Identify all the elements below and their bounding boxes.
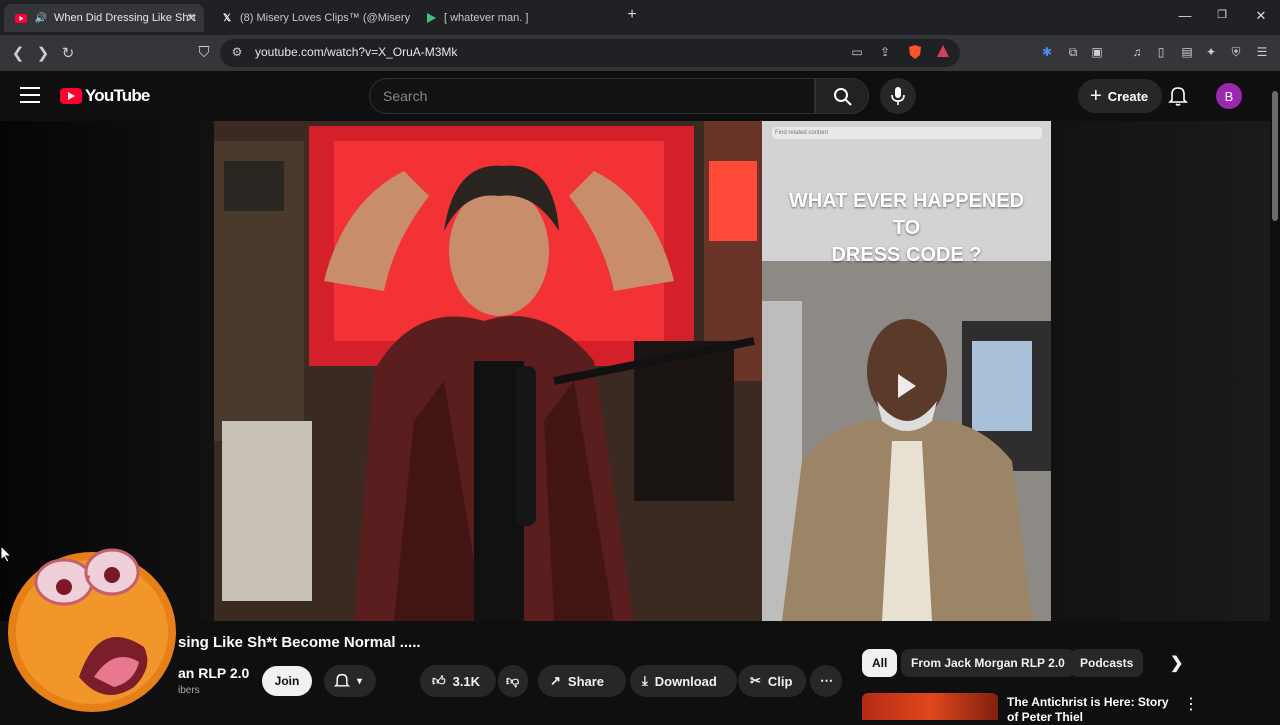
microphone-icon — [891, 87, 905, 105]
thumbs-down-icon: 👎︎ — [506, 673, 520, 688]
notifications-bell-icon[interactable] — [1168, 85, 1188, 112]
thumbs-up-icon: 👍︎ — [432, 673, 446, 688]
tab-label: When Did Dressing Like Sh*t — [54, 12, 196, 24]
brave-shield-icon[interactable] — [907, 44, 923, 60]
tab-label: [ whatever man. ] — [444, 12, 529, 24]
search-button[interactable] — [815, 78, 869, 114]
recommendation-more-icon[interactable]: ⋮ — [1183, 694, 1199, 714]
bookmark-icon[interactable]: ⛉ — [194, 44, 214, 61]
notification-toggle-button[interactable]: ▾ — [324, 665, 376, 697]
scrollbar-thumb[interactable] — [1272, 91, 1278, 221]
voice-search-button[interactable] — [880, 78, 916, 114]
share-icon: ↗ — [550, 673, 561, 688]
x-logo-icon: 𝕏 — [222, 12, 232, 24]
plus-icon: + — [1090, 84, 1102, 107]
more-actions-button[interactable]: ⋯ — [810, 665, 842, 697]
youtube-favicon-icon — [14, 11, 28, 25]
share-page-icon[interactable]: ⇪ — [877, 44, 893, 60]
site-info-icon[interactable]: ⚙ — [229, 44, 245, 60]
browser-menu-icon[interactable]: ☰ — [1254, 44, 1270, 60]
search-box — [369, 78, 815, 114]
chip-from-channel[interactable]: From Jack Morgan RLP 2.0 — [901, 649, 1075, 677]
wallet-icon[interactable]: ▤ — [1179, 44, 1195, 60]
close-tab-icon[interactable]: ✕ — [186, 11, 196, 25]
chip-podcasts[interactable]: Podcasts — [1070, 649, 1144, 677]
mouse-cursor-icon — [0, 544, 13, 568]
download-button[interactable]: ⤓ Download — [630, 665, 737, 697]
search-input[interactable] — [370, 79, 814, 113]
extensions-icon[interactable]: ⧉ — [1065, 44, 1081, 60]
back-icon[interactable]: ❮ — [8, 44, 28, 62]
join-button[interactable]: Join — [262, 666, 312, 696]
cast-icon[interactable]: ▭ — [849, 44, 865, 60]
leo-ai-icon[interactable]: ✦ — [1203, 44, 1219, 60]
page-scrollbar[interactable] — [1270, 71, 1280, 720]
crying-potato-sticker — [4, 537, 180, 717]
scissors-icon: ✂ — [750, 673, 761, 688]
youtube-header: YouTube + Create B — [0, 71, 1280, 121]
dislike-button[interactable]: 👎︎ — [498, 665, 528, 697]
restore-icon[interactable]: ❐ — [1212, 8, 1232, 21]
chips-next-icon[interactable]: ❯ — [1160, 649, 1193, 677]
guide-menu-icon[interactable] — [20, 87, 40, 108]
channel-name[interactable]: an RLP 2.0 — [178, 665, 249, 681]
chip-all[interactable]: All — [862, 649, 898, 677]
more-horizontal-icon: ⋯ — [820, 673, 833, 688]
share-button[interactable]: ↗ Share — [538, 665, 626, 697]
video-left-panel[interactable] — [214, 121, 762, 621]
youtube-play-logo-icon — [60, 88, 82, 104]
brave-rewards-icon[interactable] — [935, 44, 951, 60]
reload-icon[interactable]: ↻ — [58, 44, 78, 62]
create-button[interactable]: + Create — [1078, 79, 1163, 113]
browser-tab-bar: 🔊 When Did Dressing Like Sh*t ✕ 𝕏 (8) Mi… — [0, 0, 1280, 35]
url-text: youtube.com/watch?v=X_OruA-M3Mk — [255, 45, 458, 59]
bell-icon — [334, 673, 350, 687]
recommendation-title[interactable]: The Antichrist is Here: Story of Peter T… — [1007, 695, 1177, 725]
close-window-icon[interactable]: ✕ — [1251, 8, 1271, 24]
tab-x-misery-clips[interactable]: 𝕏 (8) Misery Loves Clips™ (@MiseryClip — [210, 4, 410, 32]
video-title: sing Like Sh*t Become Normal ..... — [178, 634, 421, 651]
vpn-icon[interactable]: ⛨ — [1228, 44, 1244, 60]
account-avatar[interactable]: B — [1216, 83, 1242, 109]
tab-youtube-video[interactable]: 🔊 When Did Dressing Like Sh*t ✕ — [4, 4, 204, 32]
speaker-icon: 🔊 — [34, 12, 48, 24]
new-tab-button[interactable]: + — [622, 6, 642, 24]
chevron-down-icon: ▾ — [357, 675, 363, 687]
address-bar: ❮ ❯ ↻ ⛉ — [0, 35, 1280, 71]
media-controls-icon[interactable]: ♫ — [1129, 44, 1145, 60]
tab-label: (8) Misery Loves Clips™ (@MiseryClip — [240, 12, 410, 24]
clip-overlay-title: WHAT EVER HAPPENED TO DRESS CODE ? — [788, 190, 1025, 266]
tab-whatever-man[interactable]: [ whatever man. ] — [414, 4, 614, 32]
clip-button[interactable]: ✂ Clip — [738, 665, 806, 697]
youtube-logo[interactable]: YouTube — [60, 86, 150, 106]
subscriber-count: ibers — [178, 685, 200, 696]
forward-icon[interactable]: ❯ — [33, 44, 53, 62]
extension-blue-icon[interactable]: ✱ — [1039, 44, 1055, 60]
play-overlay-icon[interactable] — [896, 372, 918, 405]
search-icon — [834, 88, 852, 106]
like-button[interactable]: 👍︎ 3.1K — [420, 665, 496, 697]
find-related-bar: Find related content — [772, 127, 1042, 139]
download-icon: ⤓ — [642, 673, 648, 688]
minimize-icon[interactable]: — — [1175, 8, 1195, 23]
sidebar-icon[interactable]: ▯ — [1153, 44, 1169, 60]
play-icon — [424, 11, 438, 25]
screenshot-icon[interactable]: ▣ — [1089, 44, 1105, 60]
host-reaction-scene — [214, 121, 762, 621]
recommendation-thumbnail[interactable] — [862, 693, 998, 720]
